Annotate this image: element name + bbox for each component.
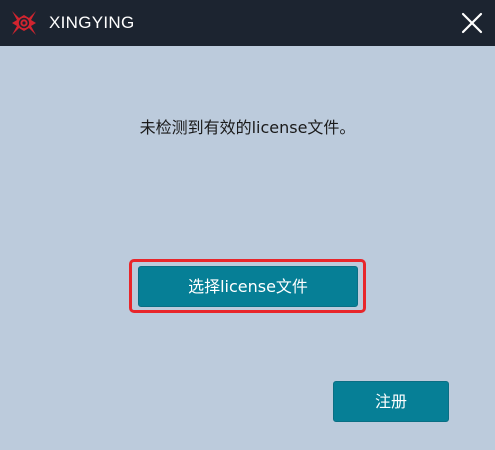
license-dialog-window: XINGYING 未检测到有效的license文件。 选择license文件 注… <box>0 0 495 450</box>
close-icon[interactable] <box>459 10 485 36</box>
no-license-message: 未检测到有效的license文件。 <box>139 118 356 137</box>
select-license-button[interactable]: 选择license文件 <box>138 266 358 307</box>
register-button[interactable]: 注册 <box>333 381 449 422</box>
app-title: XINGYING <box>49 13 135 32</box>
xingying-logo-icon <box>10 9 38 37</box>
title-bar[interactable]: XINGYING <box>0 0 495 46</box>
